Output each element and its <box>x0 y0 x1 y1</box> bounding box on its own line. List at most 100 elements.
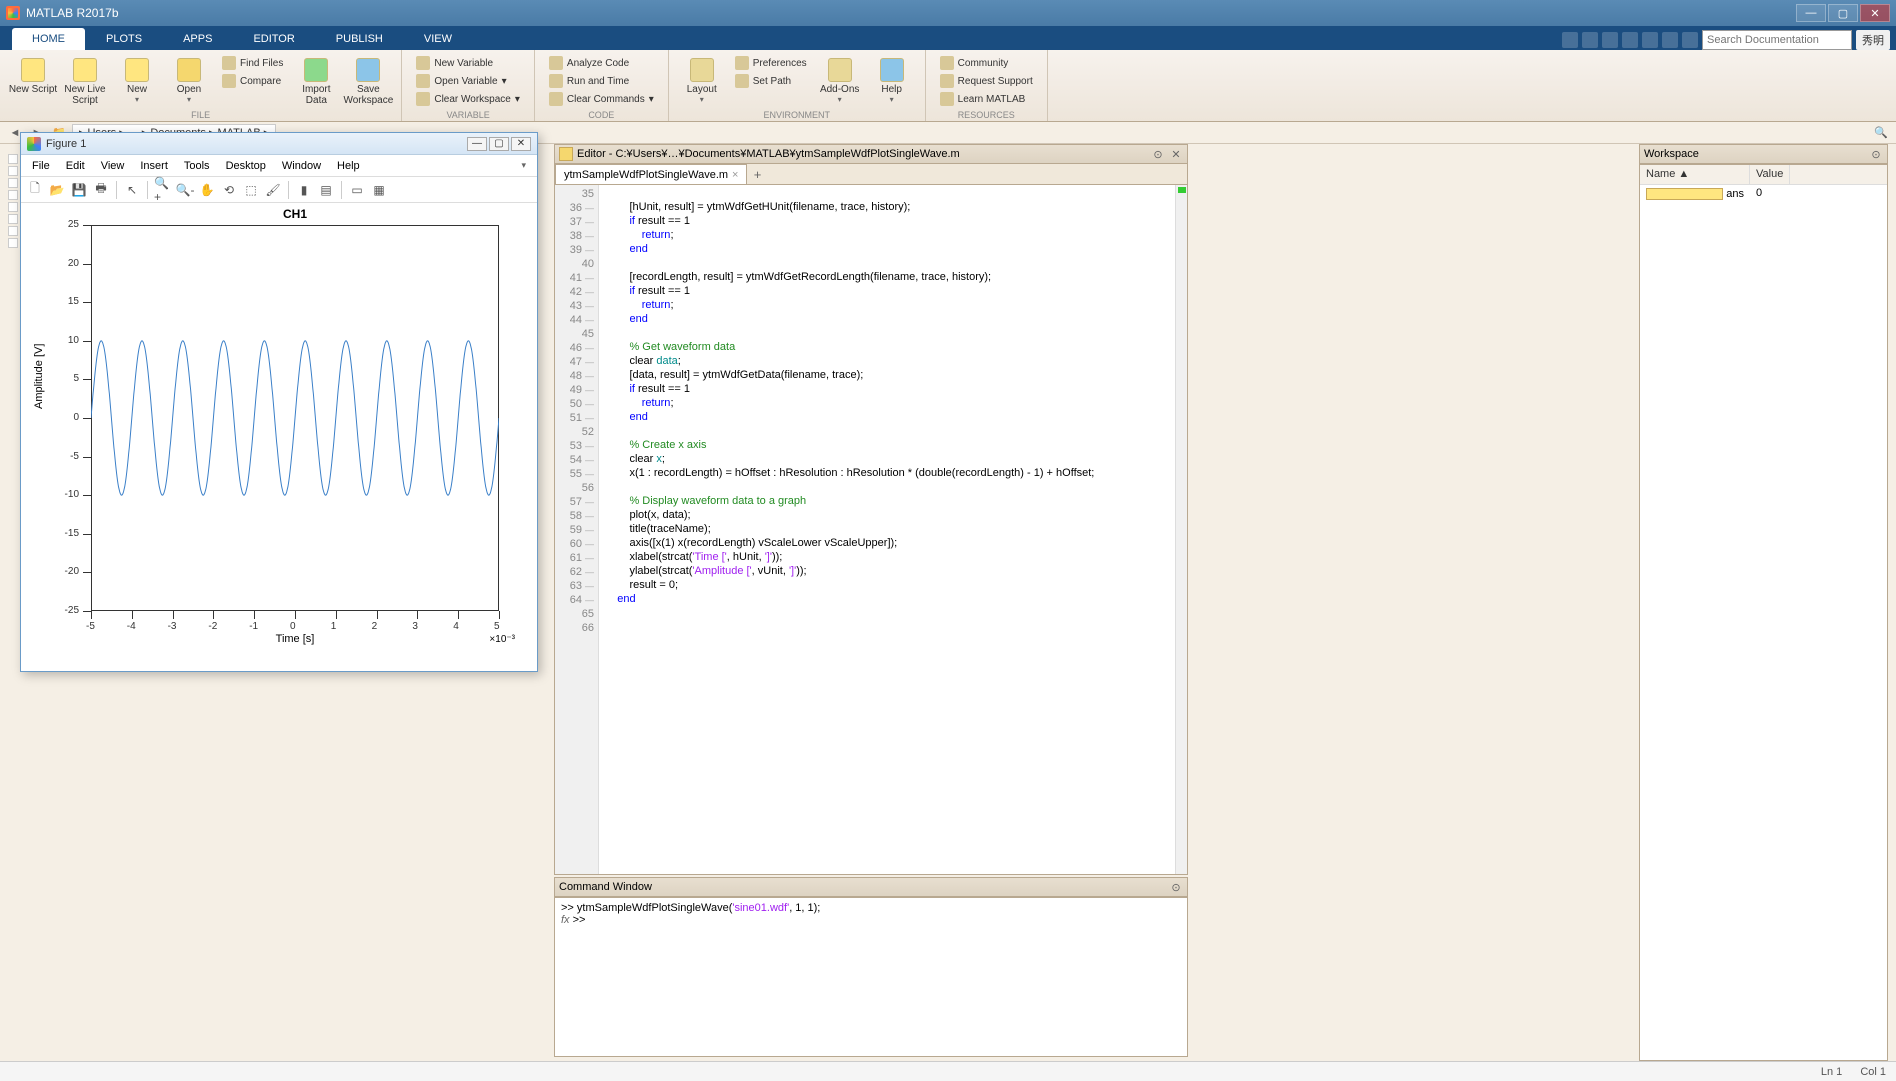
insert-colorbar-icon[interactable]: ▮ <box>294 180 314 200</box>
rotate-icon[interactable]: ⟲ <box>219 180 239 200</box>
matlab-logo-icon <box>6 6 20 20</box>
figure-title: Figure 1 <box>46 138 86 150</box>
figure-maximize-button[interactable]: ▢ <box>489 137 509 151</box>
minimize-button[interactable]: — <box>1796 4 1826 22</box>
open-figure-icon[interactable]: 📂 <box>47 180 67 200</box>
paste-icon[interactable] <box>1622 32 1638 48</box>
workspace-table[interactable]: Name ▲ Value ans 0 <box>1639 164 1888 1061</box>
copy-icon[interactable] <box>1602 32 1618 48</box>
group-label-file: FILE <box>0 110 401 120</box>
user-badge[interactable]: 秀明 <box>1856 30 1890 50</box>
workspace-row[interactable]: ans 0 <box>1640 185 1887 203</box>
brush-icon[interactable]: 🖌 <box>263 180 283 200</box>
ribbon-tab-home[interactable]: HOME <box>12 28 85 50</box>
figure-menu-dropdown-icon[interactable]: ▾ <box>514 158 533 173</box>
figure-menu-edit[interactable]: Edit <box>59 158 92 174</box>
clear-commands-button[interactable]: Clear Commands ▾ <box>543 90 660 108</box>
status-col: Col 1 <box>1860 1066 1886 1078</box>
save-figure-icon[interactable]: 💾 <box>69 180 89 200</box>
group-label-code: CODE <box>535 110 668 120</box>
help-doc-icon[interactable] <box>1682 32 1698 48</box>
figure-menu-tools[interactable]: Tools <box>177 158 217 174</box>
new-script-button[interactable]: New Script <box>8 54 58 110</box>
addons-button[interactable]: Add-Ons▾ <box>815 54 865 110</box>
undo-icon[interactable] <box>1642 32 1658 48</box>
tab-close-icon[interactable]: × <box>732 169 738 181</box>
zoom-out-icon[interactable]: 🔍- <box>175 180 195 200</box>
panel-menu-button[interactable]: ⊙ <box>1151 147 1165 161</box>
figure-toolbar: 🗋 📂 💾 🖶 ↖ 🔍+ 🔍- ✋ ⟲ ⬚ 🖌 ▮ ▤ ▭ ▦ <box>21 177 537 203</box>
figure-menu-view[interactable]: View <box>94 158 132 174</box>
figure-menu-insert[interactable]: Insert <box>133 158 175 174</box>
figure-menubar: FileEditViewInsertToolsDesktopWindowHelp… <box>21 155 537 177</box>
maximize-button[interactable]: ▢ <box>1828 4 1858 22</box>
hide-tools-icon[interactable]: ▭ <box>347 180 367 200</box>
editor-file-tab[interactable]: ytmSampleWdfPlotSingleWave.m× <box>555 164 747 184</box>
ribbon-tab-apps[interactable]: APPS <box>163 28 232 50</box>
new-tab-button[interactable]: + <box>747 164 767 184</box>
figure-close-button[interactable]: ✕ <box>511 137 531 151</box>
panel-menu-button[interactable]: ⊙ <box>1169 880 1183 894</box>
run-and-time-button[interactable]: Run and Time <box>543 72 660 90</box>
search-folder-icon[interactable]: 🔍 <box>1872 124 1890 142</box>
redo-icon[interactable] <box>1662 32 1678 48</box>
app-title: MATLAB R2017b <box>26 6 119 20</box>
help-button[interactable]: Help▾ <box>867 54 917 110</box>
figure-menu-help[interactable]: Help <box>330 158 367 174</box>
insert-legend-icon[interactable]: ▤ <box>316 180 336 200</box>
set-path-button[interactable]: Set Path <box>729 72 813 90</box>
command-window-header: Command Window ⊙ <box>554 877 1188 897</box>
figure-menu-file[interactable]: File <box>25 158 57 174</box>
figure-axes[interactable]: CH1 Amplitude [V] Time [s] ×10⁻³ -25-20-… <box>21 203 537 669</box>
figure-window[interactable]: Figure 1 — ▢ ✕ FileEditViewInsertToolsDe… <box>20 132 538 672</box>
open-variable-button[interactable]: Open Variable ▾ <box>410 72 526 90</box>
figure-menu-window[interactable]: Window <box>275 158 328 174</box>
group-label-res: RESOURCES <box>926 110 1047 120</box>
statusbar: Ln 1 Col 1 <box>0 1061 1896 1081</box>
command-window[interactable]: >> ytmSampleWdfPlotSingleWave('sine01.wd… <box>554 897 1188 1057</box>
editor-header: Editor - C:¥Users¥…¥Documents¥MATLAB¥ytm… <box>554 144 1188 164</box>
x-axis-label: Time [s] <box>91 633 499 645</box>
ribbon-tab-view[interactable]: VIEW <box>404 28 472 50</box>
new-figure-icon[interactable]: 🗋 <box>25 180 45 200</box>
new-live-script-button[interactable]: New Live Script <box>60 54 110 110</box>
save-icon[interactable] <box>1562 32 1578 48</box>
preferences-button[interactable]: Preferences <box>729 54 813 72</box>
layout-button[interactable]: Layout▾ <box>677 54 727 110</box>
analyze-code-button[interactable]: Analyze Code <box>543 54 660 72</box>
learn-matlab-button[interactable]: Learn MATLAB <box>934 90 1039 108</box>
code-overview-strip[interactable] <box>1175 185 1187 874</box>
print-icon[interactable]: 🖶 <box>91 180 111 200</box>
ribbon-tab-plots[interactable]: PLOTS <box>86 28 162 50</box>
open-button[interactable]: Open▾ <box>164 54 214 110</box>
ribbon-tab-publish[interactable]: PUBLISH <box>316 28 403 50</box>
figure-minimize-button[interactable]: — <box>467 137 487 151</box>
ribbon-tab-editor[interactable]: EDITOR <box>233 28 314 50</box>
find-files-button[interactable]: Find Files <box>216 54 289 72</box>
request-support-button[interactable]: Request Support <box>934 72 1039 90</box>
panel-menu-button[interactable]: ⊙ <box>1869 147 1883 161</box>
save-workspace-button[interactable]: Save Workspace <box>343 54 393 110</box>
cut-icon[interactable] <box>1582 32 1598 48</box>
figure-titlebar[interactable]: Figure 1 — ▢ ✕ <box>21 133 537 155</box>
workspace-col-name[interactable]: Name ▲ <box>1640 165 1750 184</box>
editor-tabbar: ytmSampleWdfPlotSingleWave.m× + <box>554 164 1188 184</box>
code-editor[interactable]: 3536 —37 —38 —39 —4041 —42 —43 —44 —4546… <box>554 184 1188 875</box>
show-plot-tools-icon[interactable]: ▦ <box>369 180 389 200</box>
panel-close-button[interactable]: ✕ <box>1169 147 1183 161</box>
new-button[interactable]: New▾ <box>112 54 162 110</box>
pointer-icon[interactable]: ↖ <box>122 180 142 200</box>
data-cursor-icon[interactable]: ⬚ <box>241 180 261 200</box>
compare-button[interactable]: Compare <box>216 72 289 90</box>
search-documentation-input[interactable] <box>1702 30 1852 50</box>
pan-icon[interactable]: ✋ <box>197 180 217 200</box>
figure-menu-desktop[interactable]: Desktop <box>219 158 273 174</box>
clear-workspace-button[interactable]: Clear Workspace ▾ <box>410 90 526 108</box>
new-variable-button[interactable]: New Variable <box>410 54 526 72</box>
status-line: Ln 1 <box>1821 1066 1842 1078</box>
workspace-col-value[interactable]: Value <box>1750 165 1790 184</box>
community-button[interactable]: Community <box>934 54 1039 72</box>
close-button[interactable]: ✕ <box>1860 4 1890 22</box>
zoom-in-icon[interactable]: 🔍+ <box>153 180 173 200</box>
import-data-button[interactable]: Import Data <box>291 54 341 110</box>
